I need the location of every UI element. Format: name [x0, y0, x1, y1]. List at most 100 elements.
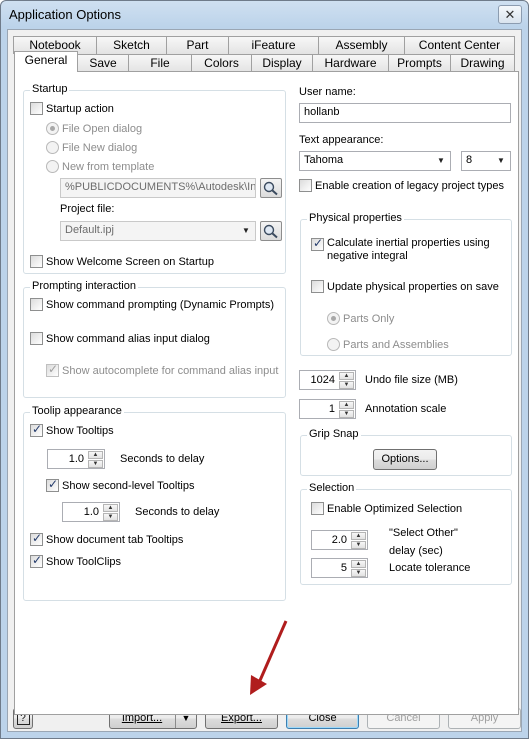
- tab-save[interactable]: Save: [77, 54, 129, 72]
- prompting-group: Prompting interaction Show command promp…: [23, 280, 286, 398]
- template-path-field[interactable]: %PUBLICDOCUMENTS%\Autodesk\Inv: [60, 178, 256, 198]
- selection-title: Selection: [307, 482, 357, 494]
- spin-up-icon[interactable]: ▲: [103, 504, 118, 512]
- spin-up-icon[interactable]: ▲: [351, 560, 366, 568]
- calculate-inertial-label: Calculate inertial properties using nega…: [327, 237, 490, 263]
- font-size-dropdown[interactable]: 8 ▼: [461, 151, 511, 171]
- update-on-save-checkbox[interactable]: Update physical properties on save: [311, 280, 499, 293]
- project-browse-button[interactable]: [260, 221, 282, 241]
- chevron-down-icon: ▼: [497, 156, 505, 165]
- spin-down-icon[interactable]: ▼: [339, 410, 354, 418]
- tab-hardware[interactable]: Hardware: [312, 54, 389, 72]
- calculate-inertial-line2: negative integral: [327, 250, 408, 262]
- tab-ifeature[interactable]: iFeature: [228, 36, 319, 54]
- spin-down-icon[interactable]: ▼: [339, 381, 354, 389]
- project-file-label: Project file:: [60, 203, 115, 215]
- autocomplete-label: Show autocomplete for command alias inpu…: [62, 364, 279, 377]
- checkbox-box: [30, 255, 43, 268]
- parts-only-radio[interactable]: Parts Only: [327, 312, 394, 325]
- second-level-tooltips-checkbox[interactable]: Show second-level Tooltips: [46, 477, 195, 492]
- radio-dot: [46, 141, 59, 154]
- spin-down-icon[interactable]: ▼: [351, 541, 366, 549]
- startup-group: Startup Startup action File Open dialog …: [23, 83, 286, 274]
- spin-down-icon[interactable]: ▼: [351, 569, 366, 577]
- seconds-to-delay-label: Seconds to delay: [120, 453, 205, 465]
- project-file-dropdown[interactable]: Default.ipj ▼: [60, 221, 256, 241]
- tab-assembly[interactable]: Assembly: [318, 36, 405, 54]
- file-open-dialog-radio[interactable]: File Open dialog: [46, 122, 142, 135]
- startup-action-checkbox[interactable]: Startup action: [30, 102, 114, 115]
- calculate-inertial-checkbox[interactable]: Calculate inertial properties using nega…: [311, 236, 490, 263]
- parts-and-assemblies-radio[interactable]: Parts and Assemblies: [327, 338, 449, 351]
- template-browse-button[interactable]: [260, 178, 282, 198]
- tab-sketch[interactable]: Sketch: [96, 36, 167, 54]
- autocomplete-checkbox[interactable]: Show autocomplete for command alias inpu…: [46, 362, 279, 377]
- update-on-save-label: Update physical properties on save: [327, 280, 499, 293]
- spin-up-icon[interactable]: ▲: [351, 532, 366, 540]
- red-arrow-annotation: [250, 620, 288, 695]
- annotation-scale-spinner[interactable]: 1 ▲ ▼: [299, 399, 356, 419]
- show-welcome-label: Show Welcome Screen on Startup: [46, 255, 214, 268]
- select-other-delay-spinner[interactable]: 2.0 ▲ ▼: [311, 530, 368, 550]
- undo-size-label: Undo file size (MB): [365, 374, 458, 386]
- legacy-project-types-checkbox[interactable]: Enable creation of legacy project types: [299, 179, 504, 192]
- tooltip-delay-spinner[interactable]: 1.0 ▲ ▼: [47, 449, 105, 469]
- tab-file[interactable]: File: [128, 54, 192, 72]
- annotation-scale-label: Annotation scale: [365, 403, 447, 415]
- tab-display[interactable]: Display: [251, 54, 313, 72]
- locate-tolerance-value: 5: [340, 562, 347, 574]
- select-other-delay-label: "Select Other" delay (sec): [389, 524, 458, 560]
- optimized-selection-checkbox[interactable]: Enable Optimized Selection: [311, 502, 462, 515]
- file-new-dialog-radio[interactable]: File New dialog: [46, 141, 137, 154]
- tab-content-center[interactable]: Content Center: [404, 36, 515, 54]
- checkbox-box: [311, 280, 324, 293]
- close-window-button[interactable]: ✕: [498, 5, 522, 24]
- spin-up-icon[interactable]: ▲: [339, 372, 354, 380]
- document-tab-tooltips-label: Show document tab Tooltips: [46, 533, 184, 546]
- radio-dot: [327, 338, 340, 351]
- tab-prompts[interactable]: Prompts: [388, 54, 451, 72]
- spin-down-icon[interactable]: ▼: [103, 513, 118, 521]
- new-from-template-label: New from template: [62, 160, 155, 173]
- physical-properties-group: Physical properties Calculate inertial p…: [300, 212, 512, 356]
- show-welcome-checkbox[interactable]: Show Welcome Screen on Startup: [30, 255, 214, 268]
- text-appearance-label: Text appearance:: [299, 134, 384, 146]
- tab-drawing[interactable]: Drawing: [450, 54, 515, 72]
- show-tooltips-label: Show Tooltips: [46, 424, 114, 437]
- chevron-down-icon: ▼: [437, 156, 445, 165]
- dialog-client-area: Notebook Sketch Part iFeature Assembly C…: [7, 29, 522, 732]
- spin-down-icon[interactable]: ▼: [88, 460, 103, 468]
- checkbox-box: [30, 531, 43, 546]
- spin-up-icon[interactable]: ▲: [88, 451, 103, 459]
- checkbox-box: [30, 422, 43, 437]
- radio-dot: [46, 160, 59, 173]
- locate-tolerance-spinner[interactable]: 5 ▲ ▼: [311, 558, 368, 578]
- toolclips-checkbox[interactable]: Show ToolClips: [30, 553, 121, 568]
- second-level-delay-spinner[interactable]: 1.0 ▲ ▼: [62, 502, 120, 522]
- grip-snap-group: Grip Snap Options...: [300, 428, 512, 476]
- checkbox-box: [30, 298, 43, 311]
- tab-part[interactable]: Part: [166, 36, 229, 54]
- grip-snap-options-button[interactable]: Options...: [373, 449, 437, 470]
- undo-size-spinner[interactable]: 1024 ▲ ▼: [299, 370, 356, 390]
- command-prompting-checkbox[interactable]: Show command prompting (Dynamic Prompts): [30, 298, 274, 311]
- font-dropdown[interactable]: Tahoma ▼: [299, 151, 451, 171]
- alias-dialog-checkbox[interactable]: Show command alias input dialog: [30, 332, 210, 345]
- tooltip-group: Toolip appearance Show Tooltips 1.0 ▲ ▼ …: [23, 405, 286, 601]
- document-tab-tooltips-checkbox[interactable]: Show document tab Tooltips: [30, 531, 184, 546]
- show-tooltips-checkbox[interactable]: Show Tooltips: [30, 422, 114, 437]
- tab-colors[interactable]: Colors: [191, 54, 252, 72]
- new-from-template-radio[interactable]: New from template: [46, 160, 154, 173]
- radio-dot: [327, 312, 340, 325]
- startup-group-title: Startup: [30, 83, 70, 95]
- user-name-label: User name:: [299, 86, 356, 98]
- font-value: Tahoma: [304, 154, 344, 166]
- tab-general[interactable]: General: [14, 51, 78, 72]
- spin-up-icon[interactable]: ▲: [339, 401, 354, 409]
- user-name-field[interactable]: hollanb: [299, 103, 511, 123]
- second-level-tooltips-label: Show second-level Tooltips: [62, 479, 195, 492]
- selection-group: Selection Enable Optimized Selection 2.0…: [300, 482, 512, 585]
- file-new-dialog-label: File New dialog: [62, 141, 138, 154]
- search-icon: [263, 224, 278, 239]
- title-bar: Application Options ✕: [1, 1, 528, 29]
